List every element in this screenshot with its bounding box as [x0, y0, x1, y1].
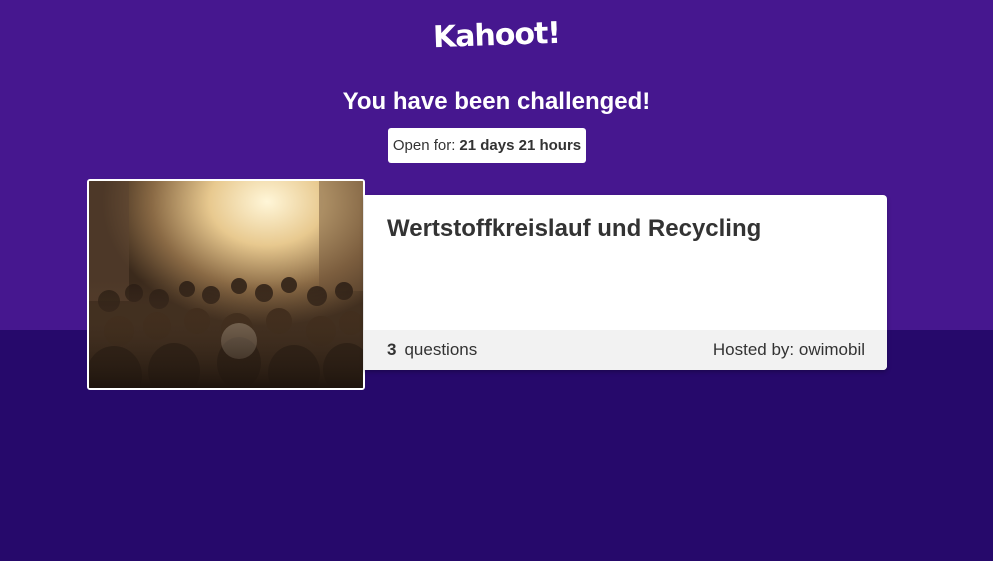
question-count-label: questions: [404, 340, 478, 359]
open-for-label: Open for:: [392, 137, 456, 154]
quiz-card-footer: 3 questions Hosted by: owimobil: [364, 330, 887, 370]
quiz-cover-image: [87, 179, 365, 390]
crowd-photo-illustration: [89, 181, 363, 388]
question-count-number: 3: [387, 340, 397, 359]
open-for-value: 21 days 21 hours: [459, 137, 582, 154]
challenge-page: Kahoot! You have been challenged! Open f…: [0, 0, 993, 561]
open-for-badge: Open for: 21 days 21 hours: [388, 128, 586, 163]
question-count: 3 questions: [387, 340, 477, 360]
quiz-title: Wertstoffkreislauf und Recycling: [387, 215, 762, 242]
challenge-headline: You have been challenged!: [342, 88, 651, 115]
quiz-card[interactable]: Wertstoffkreislauf und Recycling 3 questi…: [364, 195, 887, 370]
hosted-by: Hosted by: owimobil: [712, 340, 865, 359]
